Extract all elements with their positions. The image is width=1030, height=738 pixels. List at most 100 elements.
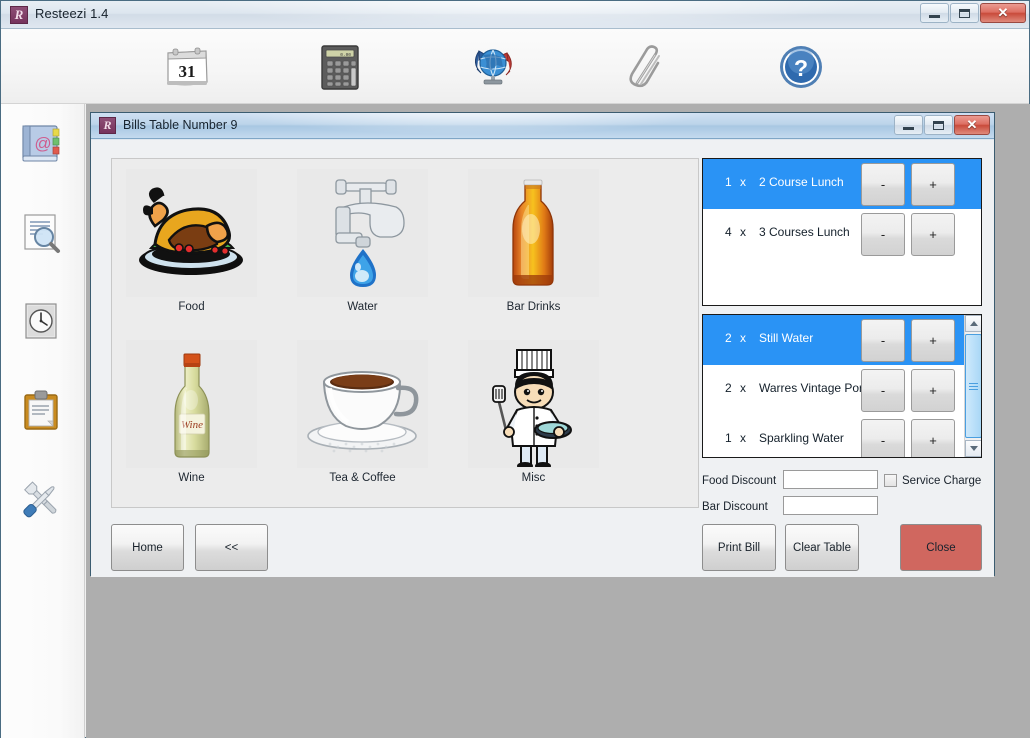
home-button[interactable]: Home bbox=[111, 524, 184, 571]
beer-bottle-icon bbox=[512, 179, 554, 286]
sidebar-item-orders[interactable] bbox=[12, 382, 70, 440]
decrease-quantity-button[interactable]: - bbox=[861, 319, 905, 362]
drinks-list-scrollbar[interactable] bbox=[964, 315, 981, 457]
svg-text:0.00: 0.00 bbox=[340, 52, 351, 58]
table-row[interactable]: 2 x Still Water - + bbox=[703, 315, 981, 365]
row-quantity: 2 bbox=[725, 331, 732, 345]
service-charge-label: Service Charge bbox=[902, 475, 982, 487]
increase-quantity-button[interactable]: + bbox=[911, 213, 955, 256]
row-quantity: 4 bbox=[725, 225, 732, 239]
wine-bottle-icon: Wine bbox=[174, 353, 210, 458]
child-minimize-button[interactable] bbox=[894, 115, 923, 135]
bar-discount-label: Bar Discount bbox=[702, 501, 768, 513]
child-close-button[interactable]: ✕ bbox=[954, 115, 990, 135]
category-thumb-tea-coffee bbox=[297, 340, 428, 468]
clipboard-icon bbox=[24, 390, 58, 430]
row-item-name: Warres Vintage Port bbox=[759, 381, 867, 395]
scrollbar-thumb[interactable] bbox=[965, 334, 981, 438]
sidebar-item-contacts[interactable]: @ bbox=[12, 115, 70, 173]
increase-quantity-button[interactable]: + bbox=[911, 163, 955, 206]
category-tile-misc[interactable]: Misc bbox=[468, 340, 599, 490]
main-titlebar: R Resteezi 1.4 ✕ bbox=[1, 1, 1029, 29]
food-discount-input[interactable] bbox=[783, 470, 878, 489]
close-button[interactable]: ✕ bbox=[980, 3, 1026, 23]
decrease-quantity-button[interactable]: - bbox=[861, 369, 905, 412]
child-maximize-button[interactable] bbox=[924, 115, 953, 135]
toolbar-item-calendar[interactable]: 31 bbox=[156, 37, 218, 97]
table-row[interactable]: 1 x 2 Course Lunch - + bbox=[703, 159, 981, 209]
table-row[interactable]: 1 x Sparkling Water - + bbox=[703, 415, 981, 457]
decrease-quantity-button[interactable]: - bbox=[861, 419, 905, 457]
close-bill-button[interactable]: Close bbox=[900, 524, 982, 571]
category-thumb-bar-drinks bbox=[468, 169, 599, 297]
print-bill-button[interactable]: Print Bill bbox=[702, 524, 776, 571]
category-tile-tea-coffee[interactable]: Tea & Coffee bbox=[297, 340, 428, 490]
table-row[interactable]: 4 x 3 Courses Lunch - + bbox=[703, 209, 981, 259]
child-close-icon: ✕ bbox=[966, 117, 978, 132]
row-quantity: 1 bbox=[725, 175, 732, 189]
titlebar-gloss bbox=[181, 1, 881, 28]
child-window-controls: ✕ bbox=[894, 115, 990, 135]
row-separator: x bbox=[740, 431, 746, 445]
clock-document-icon bbox=[25, 303, 57, 339]
row-quantity: 2 bbox=[725, 381, 732, 395]
scroll-down-button[interactable] bbox=[965, 440, 981, 457]
row-item-name: 2 Course Lunch bbox=[759, 175, 844, 189]
minimize-button[interactable] bbox=[920, 3, 949, 23]
main-window-controls: ✕ bbox=[920, 3, 1026, 23]
left-sidebar: @ bbox=[1, 104, 85, 738]
toolbar-item-calculator[interactable]: 0.00 bbox=[309, 37, 371, 97]
food-order-list[interactable]: 1 x 2 Course Lunch - + 4 x 3 Courses Lun… bbox=[702, 158, 982, 306]
row-separator: x bbox=[740, 225, 746, 239]
category-panel: Food Water Bar Drinks Wine Wine Tea & Co… bbox=[111, 158, 699, 508]
drinks-order-list[interactable]: 2 x Still Water - + 2 x Warres Vintage P… bbox=[702, 314, 982, 458]
decrease-quantity-button[interactable]: - bbox=[861, 163, 905, 206]
paperclip-icon bbox=[629, 45, 660, 88]
calendar-icon: 31 bbox=[167, 47, 208, 86]
category-label-food: Food bbox=[178, 301, 205, 313]
row-quantity: 1 bbox=[725, 431, 732, 445]
table-row[interactable]: 2 x Warres Vintage Port - + bbox=[703, 365, 981, 415]
sidebar-item-history[interactable] bbox=[12, 293, 70, 351]
child-titlebar-gloss bbox=[211, 113, 731, 135]
sidebar-item-settings[interactable] bbox=[12, 471, 70, 529]
category-tile-food[interactable]: Food bbox=[126, 169, 257, 319]
toolbar-item-attachments[interactable] bbox=[615, 37, 677, 97]
application-window: R Resteezi 1.4 ✕ 31 0.00 ? @ R Bills Tab… bbox=[0, 0, 1030, 738]
address-book-icon: @ bbox=[22, 125, 60, 162]
category-tile-wine[interactable]: Wine Wine bbox=[126, 340, 257, 490]
decrease-quantity-button[interactable]: - bbox=[861, 213, 905, 256]
increase-quantity-button[interactable]: + bbox=[911, 319, 955, 362]
back-button[interactable]: << bbox=[195, 524, 268, 571]
row-item-name: Still Water bbox=[759, 331, 814, 345]
category-label-water: Water bbox=[347, 301, 378, 313]
child-window-title: Bills Table Number 9 bbox=[123, 118, 238, 132]
svg-text:31: 31 bbox=[179, 62, 196, 81]
category-tile-bar-drinks[interactable]: Bar Drinks bbox=[468, 169, 599, 319]
service-charge-checkbox[interactable] bbox=[884, 474, 897, 487]
toolbar-item-internet[interactable] bbox=[462, 37, 524, 97]
sidebar-item-find[interactable] bbox=[12, 204, 70, 262]
toolbar-item-help[interactable]: ? bbox=[770, 37, 832, 97]
app-logo-r-icon: R bbox=[10, 6, 28, 24]
roast-dinner-icon bbox=[139, 187, 243, 275]
increase-quantity-button[interactable]: + bbox=[911, 369, 955, 412]
category-label-bar-drinks: Bar Drinks bbox=[506, 301, 561, 313]
maximize-button[interactable] bbox=[950, 3, 979, 23]
maximize-icon bbox=[959, 8, 970, 18]
scroll-up-button[interactable] bbox=[965, 315, 981, 332]
main-toolbar: 31 0.00 ? bbox=[1, 29, 1029, 104]
calculator-icon: 0.00 bbox=[321, 45, 359, 90]
row-separator: x bbox=[740, 175, 746, 189]
globe-sync-icon bbox=[475, 49, 512, 85]
clear-table-button[interactable]: Clear Table bbox=[785, 524, 859, 571]
row-item-name: Sparkling Water bbox=[759, 431, 844, 445]
category-label-tea-coffee: Tea & Coffee bbox=[329, 472, 396, 484]
category-tile-water[interactable]: Water bbox=[297, 169, 428, 319]
row-separator: x bbox=[740, 381, 746, 395]
category-thumb-water bbox=[297, 169, 428, 297]
help-question-icon: ? bbox=[780, 46, 822, 88]
child-window-body: Food Water Bar Drinks Wine Wine Tea & Co… bbox=[91, 139, 994, 577]
bar-discount-input[interactable] bbox=[783, 496, 878, 515]
increase-quantity-button[interactable]: + bbox=[911, 419, 955, 457]
